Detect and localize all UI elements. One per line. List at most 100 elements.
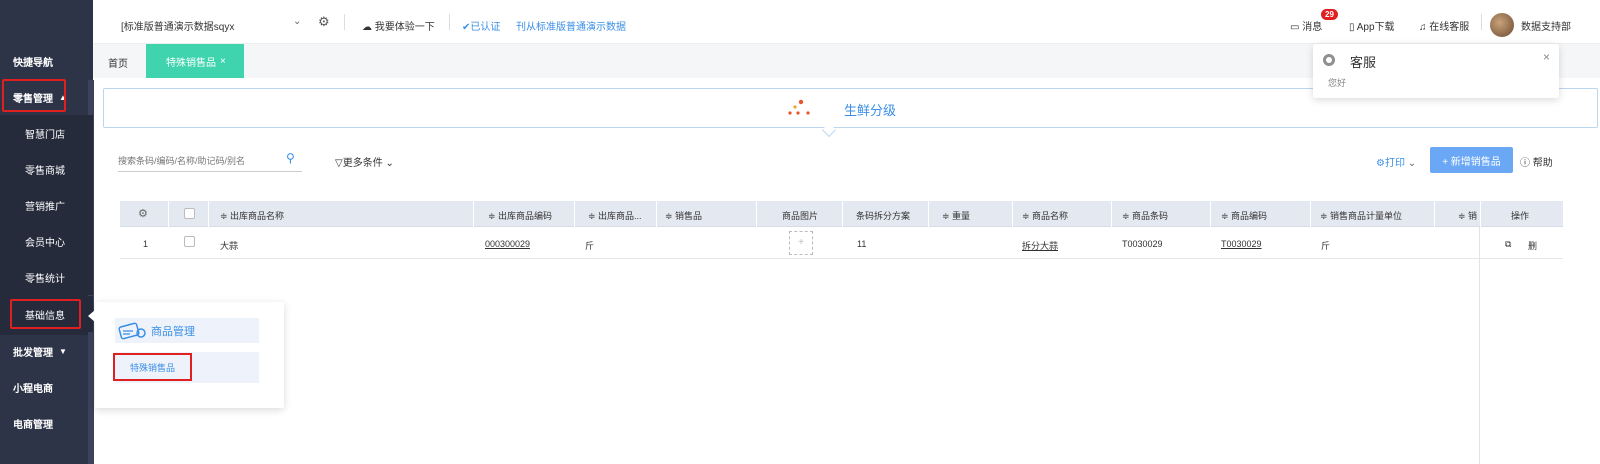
sidebar-item-label: 电商管理: [13, 419, 53, 431]
fixed-column-divider: [1479, 227, 1480, 464]
chevron-down-icon[interactable]: ⌄: [293, 16, 301, 27]
divider: [1111, 201, 1112, 227]
table-header: ⚙ ≑ 出库商品名称 ≑ 出库商品编码 ≑ 出库商品... ≑ 销售品 商品图片…: [120, 201, 1563, 227]
verified-badge[interactable]: ✔已认证: [462, 18, 500, 33]
avatar[interactable]: [1490, 13, 1514, 37]
notification-body: 您好: [1328, 78, 1347, 88]
service-label: 在线客服: [1429, 22, 1470, 33]
fresh-grade-icon: [788, 99, 810, 115]
tab-special-sales[interactable]: 特殊销售品 ×: [146, 44, 244, 78]
chevron-down-icon: ▼: [59, 346, 67, 356]
column-header[interactable]: ≑ 商品编码: [1221, 209, 1267, 222]
column-header[interactable]: ≑ 销售商品计量单位: [1320, 209, 1402, 222]
logo-area: [0, 0, 93, 44]
sidebar-item-label: 小程电商: [13, 383, 53, 395]
message-icon: ▭: [1290, 22, 1303, 33]
divider: [1481, 14, 1482, 30]
divider: [449, 14, 450, 30]
message-label: 消息: [1302, 22, 1323, 33]
message-count-badge: 29: [1321, 9, 1338, 20]
select-all-checkbox[interactable]: [184, 208, 195, 219]
copy-icon[interactable]: ⧉: [1505, 239, 1511, 250]
column-header[interactable]: ≑ 出库商品编码: [488, 209, 552, 222]
print-button[interactable]: ⚙打印 ⌄: [1376, 154, 1416, 169]
sidebar-item-label: 智慧门店: [25, 129, 65, 141]
demo-link[interactable]: 刊从标准版普通演示数据: [516, 18, 626, 33]
tab-home[interactable]: 首页: [108, 55, 128, 70]
close-icon[interactable]: ×: [1543, 50, 1550, 64]
sidebar-item-label: 会员中心: [25, 237, 65, 249]
sidebar-item-retail-mall[interactable]: 零售商城: [0, 151, 93, 187]
app-download-button[interactable]: ▯ App下载: [1349, 18, 1395, 33]
divider: [473, 201, 474, 227]
search-icon[interactable]: ⚲: [286, 151, 295, 165]
online-service-button[interactable]: ♫ 在线客服: [1419, 18, 1469, 33]
popup-pointer: [88, 310, 95, 322]
column-header[interactable]: ≑ 出库商品...: [588, 209, 642, 222]
column-header[interactable]: ≑ 销售品: [665, 209, 702, 222]
cell-out-name: 大蒜: [220, 241, 239, 251]
sidebar-item-label: 营销推广: [25, 201, 65, 213]
column-settings-icon[interactable]: ⚙: [138, 207, 148, 220]
sidebar-item-smart-store[interactable]: 智慧门店: [0, 115, 93, 151]
banner-title[interactable]: 生鲜分级: [844, 100, 896, 119]
cell-out-code[interactable]: 000300029: [485, 239, 530, 249]
app-label: App下载: [1356, 22, 1395, 33]
column-header[interactable]: ≑ 销: [1458, 209, 1477, 222]
column-header[interactable]: ≑ 商品条码: [1122, 209, 1168, 222]
store-select[interactable]: [标准版普通演示数据sqyx: [121, 18, 234, 33]
notification-title: 客服: [1350, 55, 1377, 70]
message-button[interactable]: ▭ 消息: [1290, 18, 1322, 33]
divider: [208, 201, 209, 227]
divider: [574, 201, 575, 227]
column-header[interactable]: ≑ 重量: [942, 209, 970, 222]
submenu-group-title: 商品管理: [151, 325, 195, 338]
try-link[interactable]: ☁ 我要体验一下: [362, 18, 435, 33]
sidebar-item-quick-nav[interactable]: 快捷导航: [0, 43, 93, 79]
divider: [1310, 201, 1311, 227]
sidebar-item-wholesale[interactable]: 批发管理 ▼: [0, 333, 93, 369]
column-header: 操作: [1511, 211, 1530, 221]
column-header: 商品图片: [782, 211, 819, 221]
divider: [1480, 201, 1481, 227]
submenu-item-special-sales[interactable]: 特殊销售品: [113, 353, 192, 381]
add-sales-item-button[interactable]: + 新增销售品: [1430, 147, 1513, 173]
sidebar-item-ecommerce[interactable]: 电商管理: [0, 405, 93, 441]
close-icon[interactable]: ×: [220, 56, 226, 67]
sidebar-item-retail-stats[interactable]: 零售统计: [0, 259, 93, 295]
highlight-box: [2, 79, 66, 112]
sidebar-item-member-center[interactable]: 会员中心: [0, 223, 93, 259]
more-filters-button[interactable]: ▽更多条件 ⌄: [335, 154, 394, 169]
divider: [842, 201, 843, 227]
column-header[interactable]: ≑ 商品名称: [1022, 209, 1068, 222]
cell-unit: 斤: [1321, 241, 1331, 251]
user-name[interactable]: 数据支持部: [1521, 18, 1571, 33]
sidebar-item-label: 批发管理: [13, 347, 53, 359]
sidebar-item-label: 零售统计: [25, 273, 65, 285]
verified-label: 已认证: [470, 22, 501, 33]
cell-product-name[interactable]: 拆分大蒜: [1022, 239, 1058, 252]
divider: [1012, 201, 1013, 227]
chevron-down-icon: ⌄: [382, 158, 394, 169]
sidebar-item-marketing[interactable]: 营销推广: [0, 187, 93, 223]
delete-button[interactable]: 删: [1528, 239, 1537, 252]
table-row[interactable]: [120, 227, 1563, 259]
search-input[interactable]: [118, 150, 302, 172]
divider: [928, 201, 929, 227]
cell-product-code[interactable]: T0030029: [1221, 239, 1262, 249]
sidebar-item-mini-ecommerce[interactable]: 小程电商: [0, 369, 93, 405]
filter-icon: ▽: [335, 158, 343, 169]
more-filters-label: 更多条件: [342, 158, 383, 169]
divider: [1434, 201, 1435, 227]
column-header: 条码拆分方案: [856, 211, 911, 221]
row-checkbox[interactable]: [184, 236, 195, 247]
column-header[interactable]: ≑ 出库商品名称: [220, 209, 284, 222]
divider: [756, 201, 757, 227]
sidebar-item-label: 零售商城: [25, 165, 65, 177]
image-placeholder[interactable]: +: [789, 231, 813, 255]
divider: [344, 14, 345, 30]
headset-icon: ♫: [1419, 22, 1430, 33]
gear-icon[interactable]: ⚙: [318, 14, 330, 30]
sidebar-item-label: 快捷导航: [13, 57, 53, 69]
help-button[interactable]: ⓘ 帮助: [1520, 154, 1553, 169]
